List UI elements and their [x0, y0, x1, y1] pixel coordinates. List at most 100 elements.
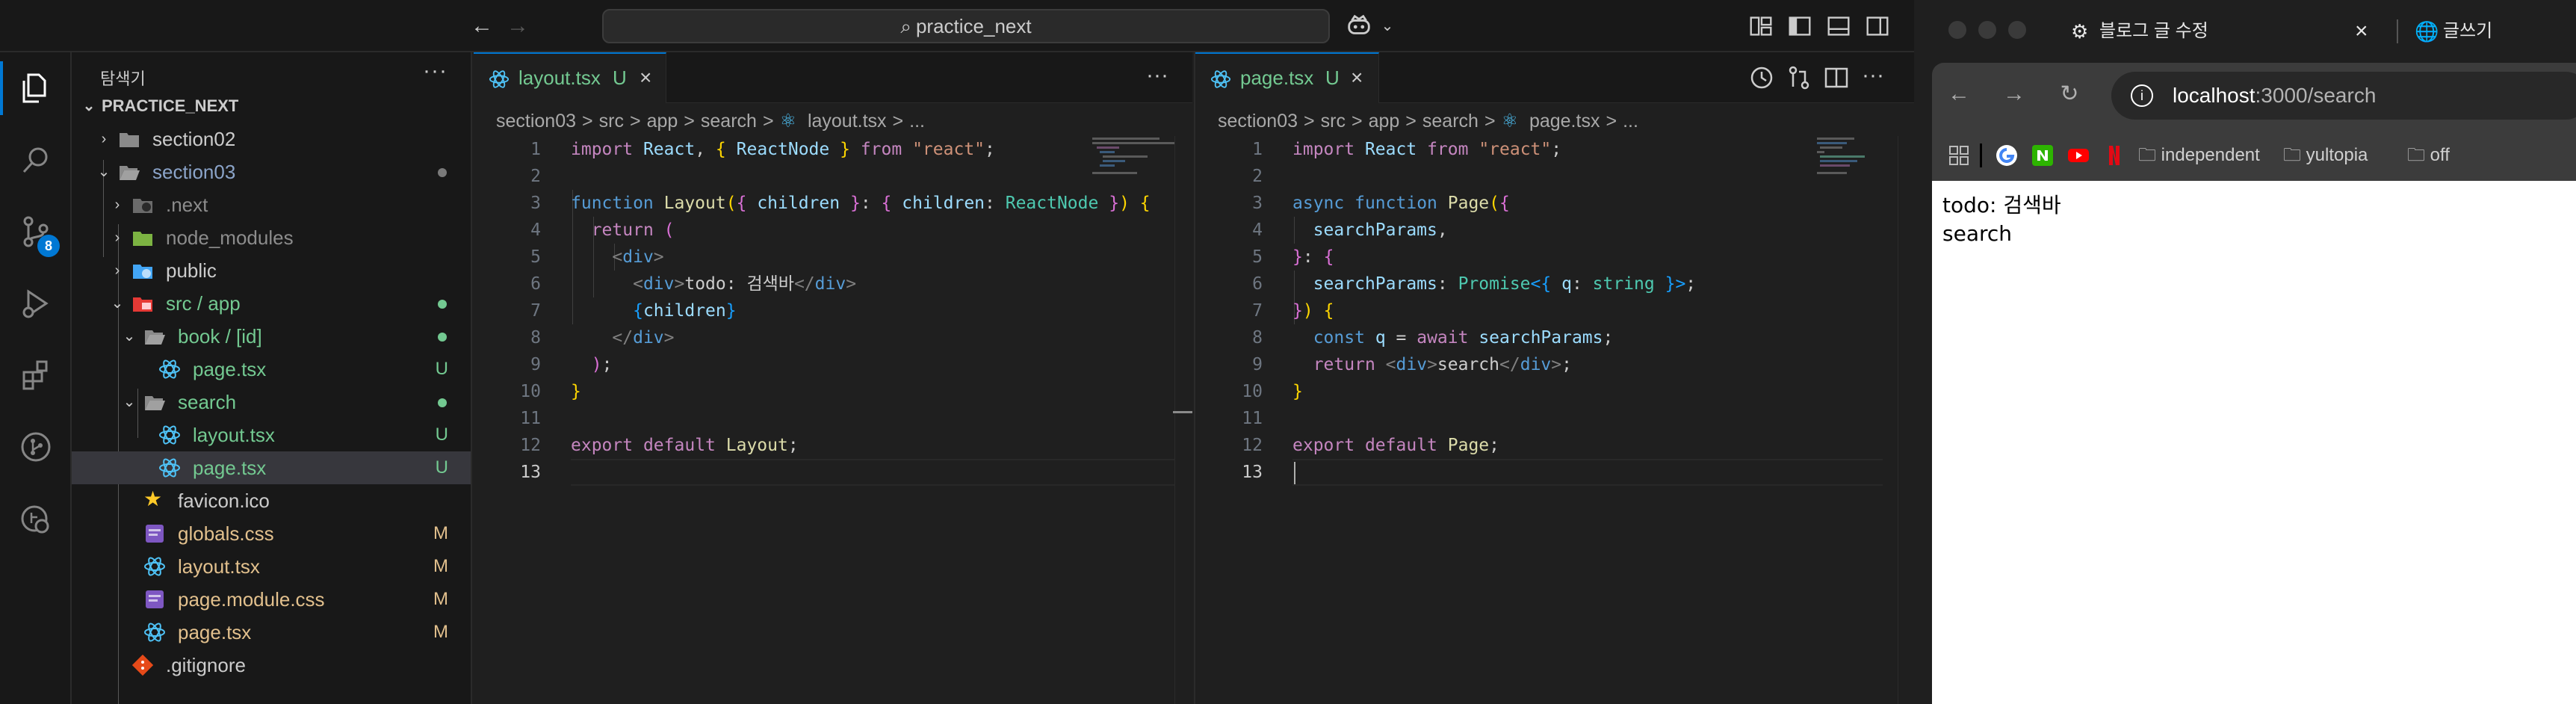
- tree-folder-public[interactable]: › public: [72, 254, 471, 287]
- site-info-icon[interactable]: i: [2131, 84, 2153, 107]
- chevron-right-icon: ›: [101, 131, 107, 147]
- tree-file-app-layout-tsx[interactable]: layout.tsx M: [72, 550, 471, 583]
- tree-file-globals-css[interactable]: globals.css M: [72, 517, 471, 550]
- toggle-primary-sidebar-icon[interactable]: [1786, 12, 1814, 40]
- tree-folder-next[interactable]: › .next: [72, 188, 471, 221]
- title-bar: ← → ⌕ practice_next ⌄: [0, 0, 1914, 52]
- window-minimize-button[interactable]: [1978, 21, 1996, 39]
- explorer-sidebar: 탐색기 ··· ⌄ PRACTICE_NEXT › section02 ⌄ se…: [72, 52, 472, 704]
- react-file-icon: [489, 70, 510, 88]
- netflix-icon[interactable]: [2102, 143, 2126, 167]
- run-debug-icon[interactable]: [0, 268, 72, 339]
- command-center-search[interactable]: ⌕ practice_next: [602, 9, 1330, 43]
- editor-group-right: page.tsx U × ··· section03 > src > app > searc…: [1194, 52, 1914, 704]
- close-icon[interactable]: ×: [2355, 7, 2368, 55]
- search-view-icon[interactable]: [0, 124, 72, 196]
- bookmarks-bar: 🗀 independent 🗀 yultopia 🗀 off: [1932, 129, 2576, 181]
- chevron-down-icon: ⌄: [123, 394, 136, 410]
- customize-layout-icon[interactable]: [1747, 12, 1775, 40]
- extensions-icon[interactable]: [0, 339, 72, 411]
- forward-icon[interactable]: →: [1999, 79, 2029, 109]
- remote-explorer-icon[interactable]: [0, 483, 72, 555]
- tree-file-favicon[interactable]: ★ favicon.ico: [72, 484, 471, 517]
- google-icon[interactable]: [1995, 143, 2019, 167]
- browser-window: ⚙ 블로그 글 수정 × 🌐 글쓰기 ← → ↻ i localhost:300…: [1914, 0, 2576, 704]
- tree-file-search-page-tsx[interactable]: page.tsx U: [72, 451, 471, 484]
- chevron-down-icon: ⌄: [111, 295, 124, 312]
- tree-file-app-page-tsx[interactable]: page.tsx M: [72, 616, 471, 649]
- copilot-icon[interactable]: [1345, 12, 1373, 40]
- bookmark-folder-independent[interactable]: 🗀 independent: [2138, 143, 2260, 167]
- window-zoom-button[interactable]: [2008, 21, 2026, 39]
- settings-icon: ⚙: [2071, 20, 2089, 43]
- toggle-secondary-sidebar-icon[interactable]: [1863, 12, 1892, 40]
- css-file-icon: [146, 525, 164, 543]
- back-icon[interactable]: ←: [1944, 79, 1974, 109]
- tab-layout-tsx[interactable]: layout.tsx U ×: [474, 52, 666, 103]
- tree-file-book-page-tsx[interactable]: page.tsx U: [72, 353, 471, 386]
- folder-icon: 🗀: [2283, 145, 2301, 165]
- address-bar[interactable]: i localhost:3000/search: [2111, 72, 2576, 120]
- tab-bar-right: page.tsx U × ···: [1195, 52, 1914, 103]
- timeline-icon[interactable]: [1748, 64, 1775, 91]
- tree-folder-search[interactable]: ⌄ search: [72, 386, 471, 419]
- code-text-left: import React, { ReactNode } from "react"…: [571, 140, 1151, 455]
- explorer-more-icon[interactable]: ···: [423, 58, 448, 84]
- split-editor-icon[interactable]: [1823, 64, 1850, 91]
- editor-more-icon[interactable]: ···: [1862, 63, 1884, 88]
- tree-folder-node-modules[interactable]: › node_modules: [72, 221, 471, 254]
- page-text-search: search: [1942, 221, 2013, 246]
- bookmark-folder-yultopia[interactable]: 🗀 yultopia: [2283, 143, 2368, 167]
- chevron-down-icon[interactable]: ⌄: [1372, 10, 1403, 42]
- tree-root-practice-next[interactable]: ⌄ PRACTICE_NEXT: [72, 90, 471, 123]
- tree-file-gitignore[interactable]: .gitignore: [72, 649, 471, 682]
- back-arrow-icon[interactable]: ←: [466, 10, 498, 42]
- naver-icon[interactable]: [2031, 143, 2055, 167]
- explorer-icon[interactable]: [0, 52, 72, 124]
- editor-more-icon[interactable]: ···: [1146, 63, 1168, 88]
- tree-folder-section03[interactable]: ⌄ section03: [72, 155, 471, 188]
- next-folder-icon: [133, 199, 152, 213]
- open-changes-icon[interactable]: [1786, 64, 1812, 91]
- tab-page-tsx[interactable]: page.tsx U ×: [1195, 52, 1379, 103]
- forward-arrow-icon[interactable]: →: [502, 10, 533, 42]
- window-close-button[interactable]: [1948, 21, 1966, 39]
- close-icon[interactable]: ×: [640, 54, 651, 102]
- toggle-panel-icon[interactable]: [1824, 12, 1853, 40]
- folder-icon: 🗀: [2138, 145, 2156, 165]
- folder-icon: [120, 133, 139, 147]
- apps-grid-icon[interactable]: [1948, 145, 1969, 166]
- react-file-icon: [159, 425, 180, 445]
- reload-icon[interactable]: ↻: [2055, 79, 2084, 109]
- close-icon[interactable]: ×: [1351, 54, 1363, 102]
- browser-toolbar: ← → ↻ i localhost:3000/search: [1932, 63, 2576, 129]
- browser-tab-strip: ⚙ 블로그 글 수정 × 🌐 글쓰기: [1914, 0, 2576, 63]
- folder-icon: 🗀: [2407, 145, 2425, 165]
- react-file-icon: [159, 458, 180, 478]
- browser-tab-blog-edit[interactable]: ⚙ 블로그 글 수정 ×: [2058, 7, 2386, 55]
- react-file-icon: [144, 557, 165, 576]
- git-graph-icon[interactable]: [0, 411, 72, 483]
- tree-file-page-module-css[interactable]: page.module.css M: [72, 583, 471, 616]
- browser-tab-write[interactable]: 🌐 글쓰기: [2407, 7, 2576, 55]
- tree-folder-section02[interactable]: › section02: [72, 123, 471, 155]
- scrollbar-right[interactable]: [1898, 136, 1914, 704]
- react-file-icon: ⚛: [1501, 111, 1518, 132]
- tab-bar-left: layout.tsx U × ···: [474, 52, 1192, 103]
- bookmark-folder-off[interactable]: 🗀 off: [2407, 143, 2450, 167]
- node-folder-icon: [133, 232, 152, 246]
- tree-file-search-layout-tsx[interactable]: layout.tsx U: [72, 419, 471, 451]
- chevron-right-icon: ›: [114, 229, 120, 246]
- breadcrumb-left: section03 > src > app > search > ⚛ layout.tsx >..…: [496, 111, 925, 132]
- chevron-right-icon: ›: [114, 262, 120, 279]
- source-control-icon[interactable]: 8: [0, 196, 72, 268]
- tab-divider: [2397, 19, 2398, 43]
- tree-folder-src-app[interactable]: ⌄ src / app: [72, 287, 471, 320]
- search-icon: ⌕: [900, 15, 911, 37]
- bookmark-separator: [1980, 143, 1982, 167]
- page-text-todo: todo: 검색바: [1942, 193, 2061, 217]
- react-file-icon: ⚛: [779, 111, 796, 132]
- tree-folder-book-id[interactable]: ⌄ book / [id]: [72, 320, 471, 353]
- youtube-icon[interactable]: [2066, 143, 2090, 167]
- scrollbar-left[interactable]: [1174, 136, 1191, 704]
